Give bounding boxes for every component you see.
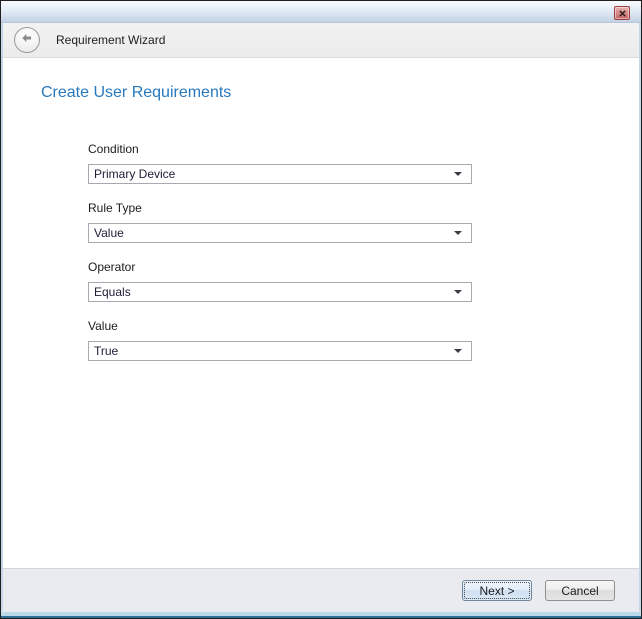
requirements-form: Condition Primary Device Rule Type Value… (88, 142, 472, 361)
value-dropdown[interactable]: True (88, 341, 472, 361)
chevron-down-icon (454, 231, 462, 235)
wizard-title: Requirement Wizard (56, 33, 165, 47)
window-frame-right (639, 23, 641, 611)
operator-label: Operator (88, 260, 472, 274)
page-title: Create User Requirements (41, 84, 641, 102)
titlebar (1, 1, 641, 23)
chevron-down-icon (454, 172, 462, 176)
cancel-button[interactable]: Cancel (545, 580, 615, 601)
requirement-wizard-window: Requirement Wizard Create User Requireme… (0, 0, 642, 619)
value-label: Value (88, 319, 472, 333)
rule-type-value: Value (94, 226, 454, 240)
condition-dropdown[interactable]: Primary Device (88, 164, 472, 184)
content-area: Create User Requirements Condition Prima… (1, 58, 641, 568)
condition-label: Condition (88, 142, 472, 156)
value-value: True (94, 344, 454, 358)
close-button[interactable] (614, 6, 630, 20)
condition-value: Primary Device (94, 167, 454, 181)
field-operator: Operator Equals (88, 260, 472, 302)
operator-value: Equals (94, 285, 454, 299)
window-bottom-edge-dark (1, 616, 641, 618)
wizard-header: Requirement Wizard (1, 23, 641, 58)
field-condition: Condition Primary Device (88, 142, 472, 184)
rule-type-dropdown[interactable]: Value (88, 223, 472, 243)
operator-dropdown[interactable]: Equals (88, 282, 472, 302)
close-icon (619, 10, 626, 17)
rule-type-label: Rule Type (88, 201, 472, 215)
window-frame-left (1, 23, 3, 611)
back-button[interactable] (14, 27, 40, 53)
back-arrow-icon (20, 31, 34, 50)
footer-bar: Next > Cancel (1, 568, 641, 612)
field-value: Value True (88, 319, 472, 361)
next-button[interactable]: Next > (462, 580, 532, 601)
field-rule-type: Rule Type Value (88, 201, 472, 243)
chevron-down-icon (454, 349, 462, 353)
chevron-down-icon (454, 290, 462, 294)
